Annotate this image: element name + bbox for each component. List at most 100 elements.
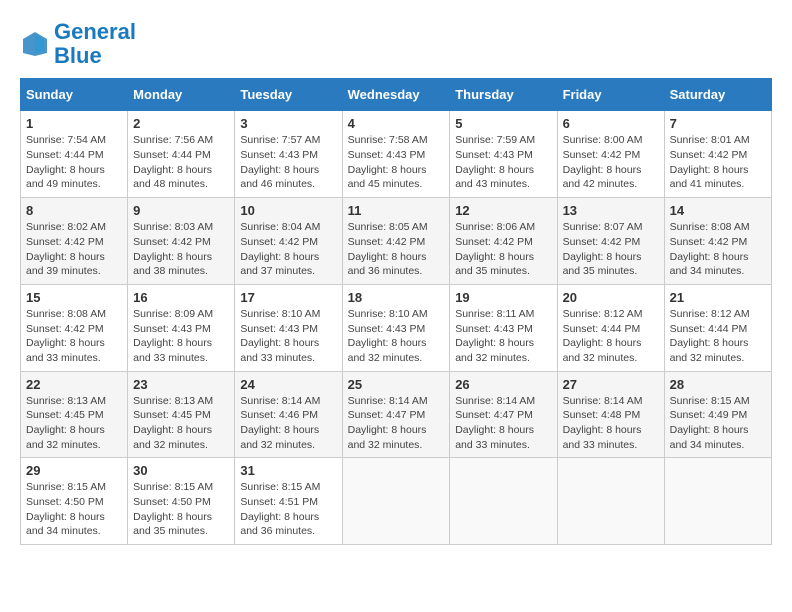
day-number: 29 <box>26 463 122 478</box>
day-number: 20 <box>563 290 659 305</box>
calendar-day-cell: 1 Sunrise: 7:54 AM Sunset: 4:44 PM Dayli… <box>21 111 128 198</box>
calendar-day-cell: 15 Sunrise: 8:08 AM Sunset: 4:42 PM Dayl… <box>21 284 128 371</box>
day-number: 9 <box>133 203 229 218</box>
weekday-header-cell: Wednesday <box>342 79 450 111</box>
day-number: 23 <box>133 377 229 392</box>
calendar-day-cell: 25 Sunrise: 8:14 AM Sunset: 4:47 PM Dayl… <box>342 371 450 458</box>
day-detail: Sunrise: 8:01 AM Sunset: 4:42 PM Dayligh… <box>670 133 766 192</box>
calendar-day-cell: 16 Sunrise: 8:09 AM Sunset: 4:43 PM Dayl… <box>128 284 235 371</box>
calendar-day-cell: 3 Sunrise: 7:57 AM Sunset: 4:43 PM Dayli… <box>235 111 342 198</box>
calendar-day-cell <box>450 458 557 545</box>
day-number: 27 <box>563 377 659 392</box>
day-detail: Sunrise: 8:12 AM Sunset: 4:44 PM Dayligh… <box>670 307 766 366</box>
day-detail: Sunrise: 8:08 AM Sunset: 4:42 PM Dayligh… <box>670 220 766 279</box>
day-number: 11 <box>348 203 445 218</box>
calendar-week-row: 29 Sunrise: 8:15 AM Sunset: 4:50 PM Dayl… <box>21 458 772 545</box>
day-number: 17 <box>240 290 336 305</box>
day-number: 24 <box>240 377 336 392</box>
weekday-header-cell: Saturday <box>664 79 771 111</box>
day-detail: Sunrise: 8:03 AM Sunset: 4:42 PM Dayligh… <box>133 220 229 279</box>
calendar-week-row: 1 Sunrise: 7:54 AM Sunset: 4:44 PM Dayli… <box>21 111 772 198</box>
calendar-day-cell: 29 Sunrise: 8:15 AM Sunset: 4:50 PM Dayl… <box>21 458 128 545</box>
day-detail: Sunrise: 8:05 AM Sunset: 4:42 PM Dayligh… <box>348 220 445 279</box>
weekday-header-row: SundayMondayTuesdayWednesdayThursdayFrid… <box>21 79 772 111</box>
calendar-week-row: 22 Sunrise: 8:13 AM Sunset: 4:45 PM Dayl… <box>21 371 772 458</box>
calendar-day-cell: 4 Sunrise: 7:58 AM Sunset: 4:43 PM Dayli… <box>342 111 450 198</box>
day-number: 21 <box>670 290 766 305</box>
day-number: 28 <box>670 377 766 392</box>
calendar-body: 1 Sunrise: 7:54 AM Sunset: 4:44 PM Dayli… <box>21 111 772 545</box>
logo: General Blue <box>20 20 136 68</box>
day-detail: Sunrise: 8:14 AM Sunset: 4:47 PM Dayligh… <box>348 394 445 453</box>
day-detail: Sunrise: 8:06 AM Sunset: 4:42 PM Dayligh… <box>455 220 551 279</box>
day-detail: Sunrise: 8:13 AM Sunset: 4:45 PM Dayligh… <box>133 394 229 453</box>
day-number: 7 <box>670 116 766 131</box>
calendar-day-cell: 12 Sunrise: 8:06 AM Sunset: 4:42 PM Dayl… <box>450 198 557 285</box>
calendar-day-cell: 26 Sunrise: 8:14 AM Sunset: 4:47 PM Dayl… <box>450 371 557 458</box>
calendar-day-cell: 21 Sunrise: 8:12 AM Sunset: 4:44 PM Dayl… <box>664 284 771 371</box>
calendar-day-cell: 24 Sunrise: 8:14 AM Sunset: 4:46 PM Dayl… <box>235 371 342 458</box>
calendar-day-cell: 18 Sunrise: 8:10 AM Sunset: 4:43 PM Dayl… <box>342 284 450 371</box>
day-detail: Sunrise: 8:15 AM Sunset: 4:49 PM Dayligh… <box>670 394 766 453</box>
calendar-week-row: 8 Sunrise: 8:02 AM Sunset: 4:42 PM Dayli… <box>21 198 772 285</box>
weekday-header-cell: Monday <box>128 79 235 111</box>
day-detail: Sunrise: 8:14 AM Sunset: 4:47 PM Dayligh… <box>455 394 551 453</box>
day-detail: Sunrise: 7:58 AM Sunset: 4:43 PM Dayligh… <box>348 133 445 192</box>
calendar-day-cell: 19 Sunrise: 8:11 AM Sunset: 4:43 PM Dayl… <box>450 284 557 371</box>
day-detail: Sunrise: 8:14 AM Sunset: 4:46 PM Dayligh… <box>240 394 336 453</box>
day-detail: Sunrise: 8:08 AM Sunset: 4:42 PM Dayligh… <box>26 307 122 366</box>
calendar-day-cell: 10 Sunrise: 8:04 AM Sunset: 4:42 PM Dayl… <box>235 198 342 285</box>
weekday-header-cell: Thursday <box>450 79 557 111</box>
calendar-day-cell: 6 Sunrise: 8:00 AM Sunset: 4:42 PM Dayli… <box>557 111 664 198</box>
day-detail: Sunrise: 8:15 AM Sunset: 4:51 PM Dayligh… <box>240 480 336 539</box>
calendar-day-cell: 7 Sunrise: 8:01 AM Sunset: 4:42 PM Dayli… <box>664 111 771 198</box>
day-number: 6 <box>563 116 659 131</box>
calendar-day-cell: 11 Sunrise: 8:05 AM Sunset: 4:42 PM Dayl… <box>342 198 450 285</box>
calendar-day-cell: 20 Sunrise: 8:12 AM Sunset: 4:44 PM Dayl… <box>557 284 664 371</box>
day-detail: Sunrise: 8:04 AM Sunset: 4:42 PM Dayligh… <box>240 220 336 279</box>
calendar-table: SundayMondayTuesdayWednesdayThursdayFrid… <box>20 78 772 545</box>
calendar-day-cell: 31 Sunrise: 8:15 AM Sunset: 4:51 PM Dayl… <box>235 458 342 545</box>
weekday-header-cell: Friday <box>557 79 664 111</box>
day-number: 25 <box>348 377 445 392</box>
calendar-day-cell: 17 Sunrise: 8:10 AM Sunset: 4:43 PM Dayl… <box>235 284 342 371</box>
calendar-day-cell <box>342 458 450 545</box>
calendar-day-cell: 27 Sunrise: 8:14 AM Sunset: 4:48 PM Dayl… <box>557 371 664 458</box>
calendar-day-cell: 22 Sunrise: 8:13 AM Sunset: 4:45 PM Dayl… <box>21 371 128 458</box>
calendar-day-cell: 2 Sunrise: 7:56 AM Sunset: 4:44 PM Dayli… <box>128 111 235 198</box>
calendar-day-cell: 14 Sunrise: 8:08 AM Sunset: 4:42 PM Dayl… <box>664 198 771 285</box>
day-number: 26 <box>455 377 551 392</box>
logo-icon <box>20 29 50 59</box>
day-number: 15 <box>26 290 122 305</box>
calendar-day-cell: 5 Sunrise: 7:59 AM Sunset: 4:43 PM Dayli… <box>450 111 557 198</box>
weekday-header-cell: Tuesday <box>235 79 342 111</box>
day-detail: Sunrise: 8:02 AM Sunset: 4:42 PM Dayligh… <box>26 220 122 279</box>
calendar-day-cell: 28 Sunrise: 8:15 AM Sunset: 4:49 PM Dayl… <box>664 371 771 458</box>
day-number: 8 <box>26 203 122 218</box>
day-number: 22 <box>26 377 122 392</box>
day-number: 4 <box>348 116 445 131</box>
day-number: 2 <box>133 116 229 131</box>
day-number: 1 <box>26 116 122 131</box>
day-detail: Sunrise: 8:11 AM Sunset: 4:43 PM Dayligh… <box>455 307 551 366</box>
day-detail: Sunrise: 8:14 AM Sunset: 4:48 PM Dayligh… <box>563 394 659 453</box>
day-number: 16 <box>133 290 229 305</box>
day-number: 18 <box>348 290 445 305</box>
day-number: 5 <box>455 116 551 131</box>
logo-text: General Blue <box>54 20 136 68</box>
day-detail: Sunrise: 8:15 AM Sunset: 4:50 PM Dayligh… <box>133 480 229 539</box>
calendar-day-cell: 9 Sunrise: 8:03 AM Sunset: 4:42 PM Dayli… <box>128 198 235 285</box>
calendar-day-cell: 23 Sunrise: 8:13 AM Sunset: 4:45 PM Dayl… <box>128 371 235 458</box>
day-detail: Sunrise: 8:00 AM Sunset: 4:42 PM Dayligh… <box>563 133 659 192</box>
calendar-day-cell: 30 Sunrise: 8:15 AM Sunset: 4:50 PM Dayl… <box>128 458 235 545</box>
day-detail: Sunrise: 8:10 AM Sunset: 4:43 PM Dayligh… <box>348 307 445 366</box>
day-detail: Sunrise: 7:57 AM Sunset: 4:43 PM Dayligh… <box>240 133 336 192</box>
day-number: 10 <box>240 203 336 218</box>
day-detail: Sunrise: 7:54 AM Sunset: 4:44 PM Dayligh… <box>26 133 122 192</box>
calendar-week-row: 15 Sunrise: 8:08 AM Sunset: 4:42 PM Dayl… <box>21 284 772 371</box>
day-detail: Sunrise: 8:07 AM Sunset: 4:42 PM Dayligh… <box>563 220 659 279</box>
day-number: 3 <box>240 116 336 131</box>
day-number: 14 <box>670 203 766 218</box>
day-detail: Sunrise: 7:59 AM Sunset: 4:43 PM Dayligh… <box>455 133 551 192</box>
page-header: General Blue <box>20 20 772 68</box>
